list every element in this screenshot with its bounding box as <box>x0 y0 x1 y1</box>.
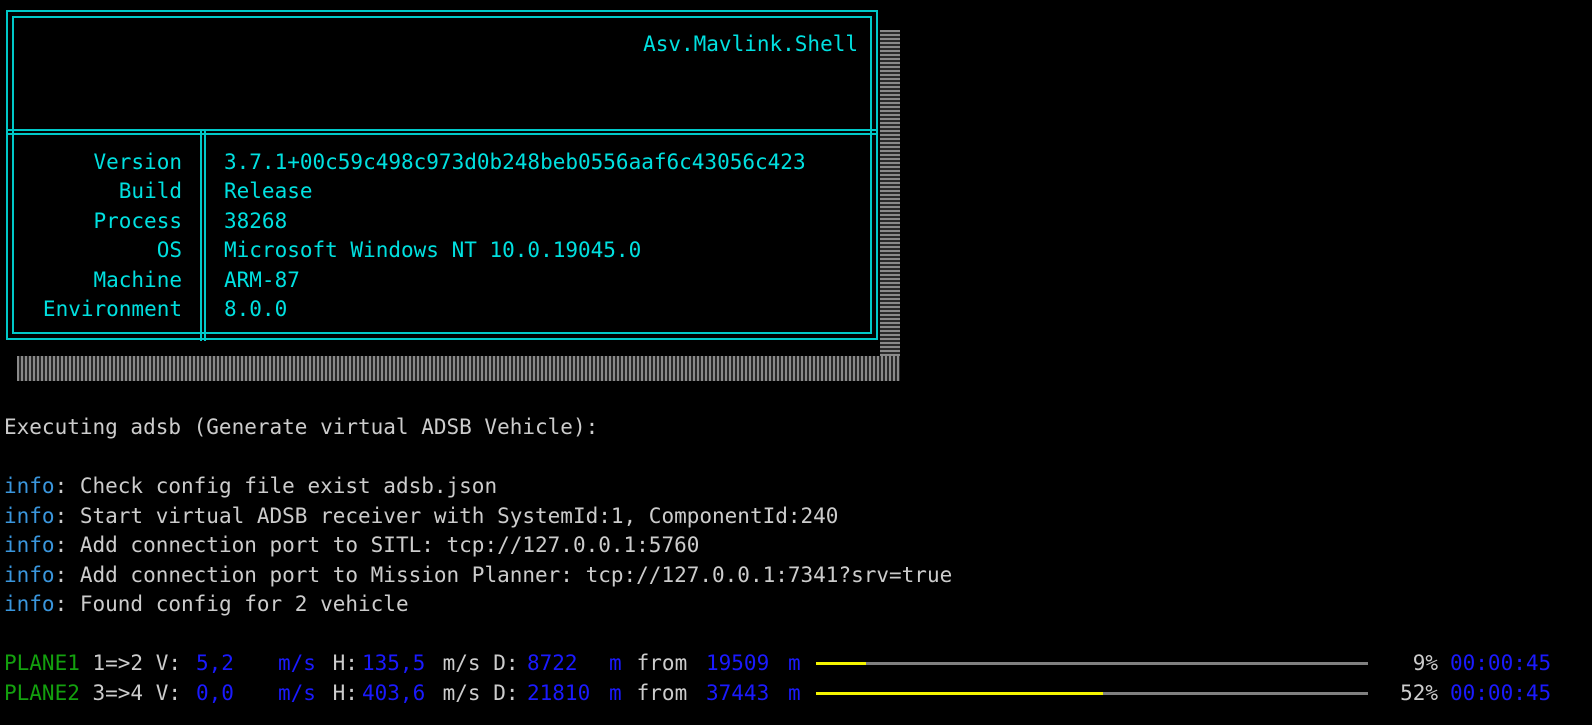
log-level: info <box>4 504 55 528</box>
elapsed-time: 00:00:45 <box>1450 651 1552 675</box>
process-value: 38268 <box>224 209 288 233</box>
distance-value: 21810 <box>527 681 591 705</box>
log-line: info: Start virtual ADSB receiver with S… <box>4 502 838 531</box>
progress-percent: 9% <box>1412 651 1438 675</box>
log-level: info <box>4 563 55 587</box>
banner-column-divider <box>200 131 202 341</box>
height-value: 403,6 <box>362 681 426 705</box>
plane-id: PLANE2 <box>4 681 80 705</box>
progress-bar-fill <box>816 692 1104 695</box>
machine-value: ARM-87 <box>224 268 300 292</box>
elapsed-time: 00:00:45 <box>1450 681 1552 705</box>
height-label: H: <box>320 651 358 675</box>
progress-bar <box>816 662 1368 665</box>
velocity-value: 0,0 <box>196 681 234 705</box>
banner-title: Asv.Mavlink.Shell <box>643 32 858 56</box>
log-level: info <box>4 533 55 557</box>
environment-label: Environment <box>42 297 182 321</box>
log-text: : Check config file exist adsb.json <box>54 474 498 498</box>
velocity-unit: m/s <box>278 651 316 675</box>
from-label: from <box>624 651 700 675</box>
distance-label: m/s D: <box>430 651 519 675</box>
height-value: 135,5 <box>362 651 426 675</box>
total-distance-value: 19509 <box>706 651 770 675</box>
version-value: 3.7.1+00c59c498c973d0b248beb0556aaf6c430… <box>224 150 806 174</box>
banner-shadow-bottom <box>17 356 900 381</box>
build-label: Build <box>118 179 182 203</box>
log-line: info: Found config for 2 vehicle <box>4 590 409 619</box>
plane-name: PLANE1 1=>2 V: <box>4 649 181 678</box>
velocity-unit: m/s <box>278 681 316 705</box>
total-distance-unit: m <box>788 651 801 675</box>
process-label: Process <box>93 209 182 233</box>
distance-unit: m <box>609 681 622 705</box>
distance-label: m/s D: <box>430 681 519 705</box>
plane-name: PLANE2 3=>4 V: <box>4 679 181 708</box>
log-level: info <box>4 592 55 616</box>
total-distance-unit: m <box>788 681 801 705</box>
velocity-value: 5,2 <box>196 651 234 675</box>
plane-id: PLANE1 <box>4 651 80 675</box>
machine-label: Machine <box>93 268 182 292</box>
log-text: : Add connection port to SITL: tcp://127… <box>54 533 700 557</box>
height-label: H: <box>320 681 358 705</box>
build-value: Release <box>224 179 313 203</box>
progress-bar-fill <box>816 662 866 665</box>
log-text: : Found config for 2 vehicle <box>54 592 409 616</box>
version-label: Version <box>93 150 182 174</box>
log-line: info: Add connection port to Mission Pla… <box>4 561 952 590</box>
log-text: : Add connection port to Mission Planner… <box>54 563 953 587</box>
log-line: info: Add connection port to SITL: tcp:/… <box>4 531 699 560</box>
progress-bar <box>816 692 1368 695</box>
banner-divider <box>6 133 878 135</box>
log-text: : Start virtual ADSB receiver with Syste… <box>54 504 839 528</box>
distance-value: 8722 <box>527 651 578 675</box>
banner-divider <box>6 129 878 131</box>
log-level: info <box>4 474 55 498</box>
total-distance-value: 37443 <box>706 681 770 705</box>
os-value: Microsoft Windows NT 10.0.19045.0 <box>224 238 642 262</box>
log-line: info: Check config file exist adsb.json <box>4 472 497 501</box>
plane-route: 3=>4 V: <box>79 681 182 705</box>
plane-route: 1=>2 V: <box>79 651 182 675</box>
banner-column-divider <box>204 131 206 341</box>
banner-shadow-right <box>880 30 900 356</box>
environment-value: 8.0.0 <box>224 297 288 321</box>
os-label: OS <box>156 238 182 262</box>
from-label: from <box>624 681 700 705</box>
progress-percent: 52% <box>1400 681 1438 705</box>
distance-unit: m <box>609 651 622 675</box>
executing-line: Executing adsb (Generate virtual ADSB Ve… <box>4 415 599 439</box>
